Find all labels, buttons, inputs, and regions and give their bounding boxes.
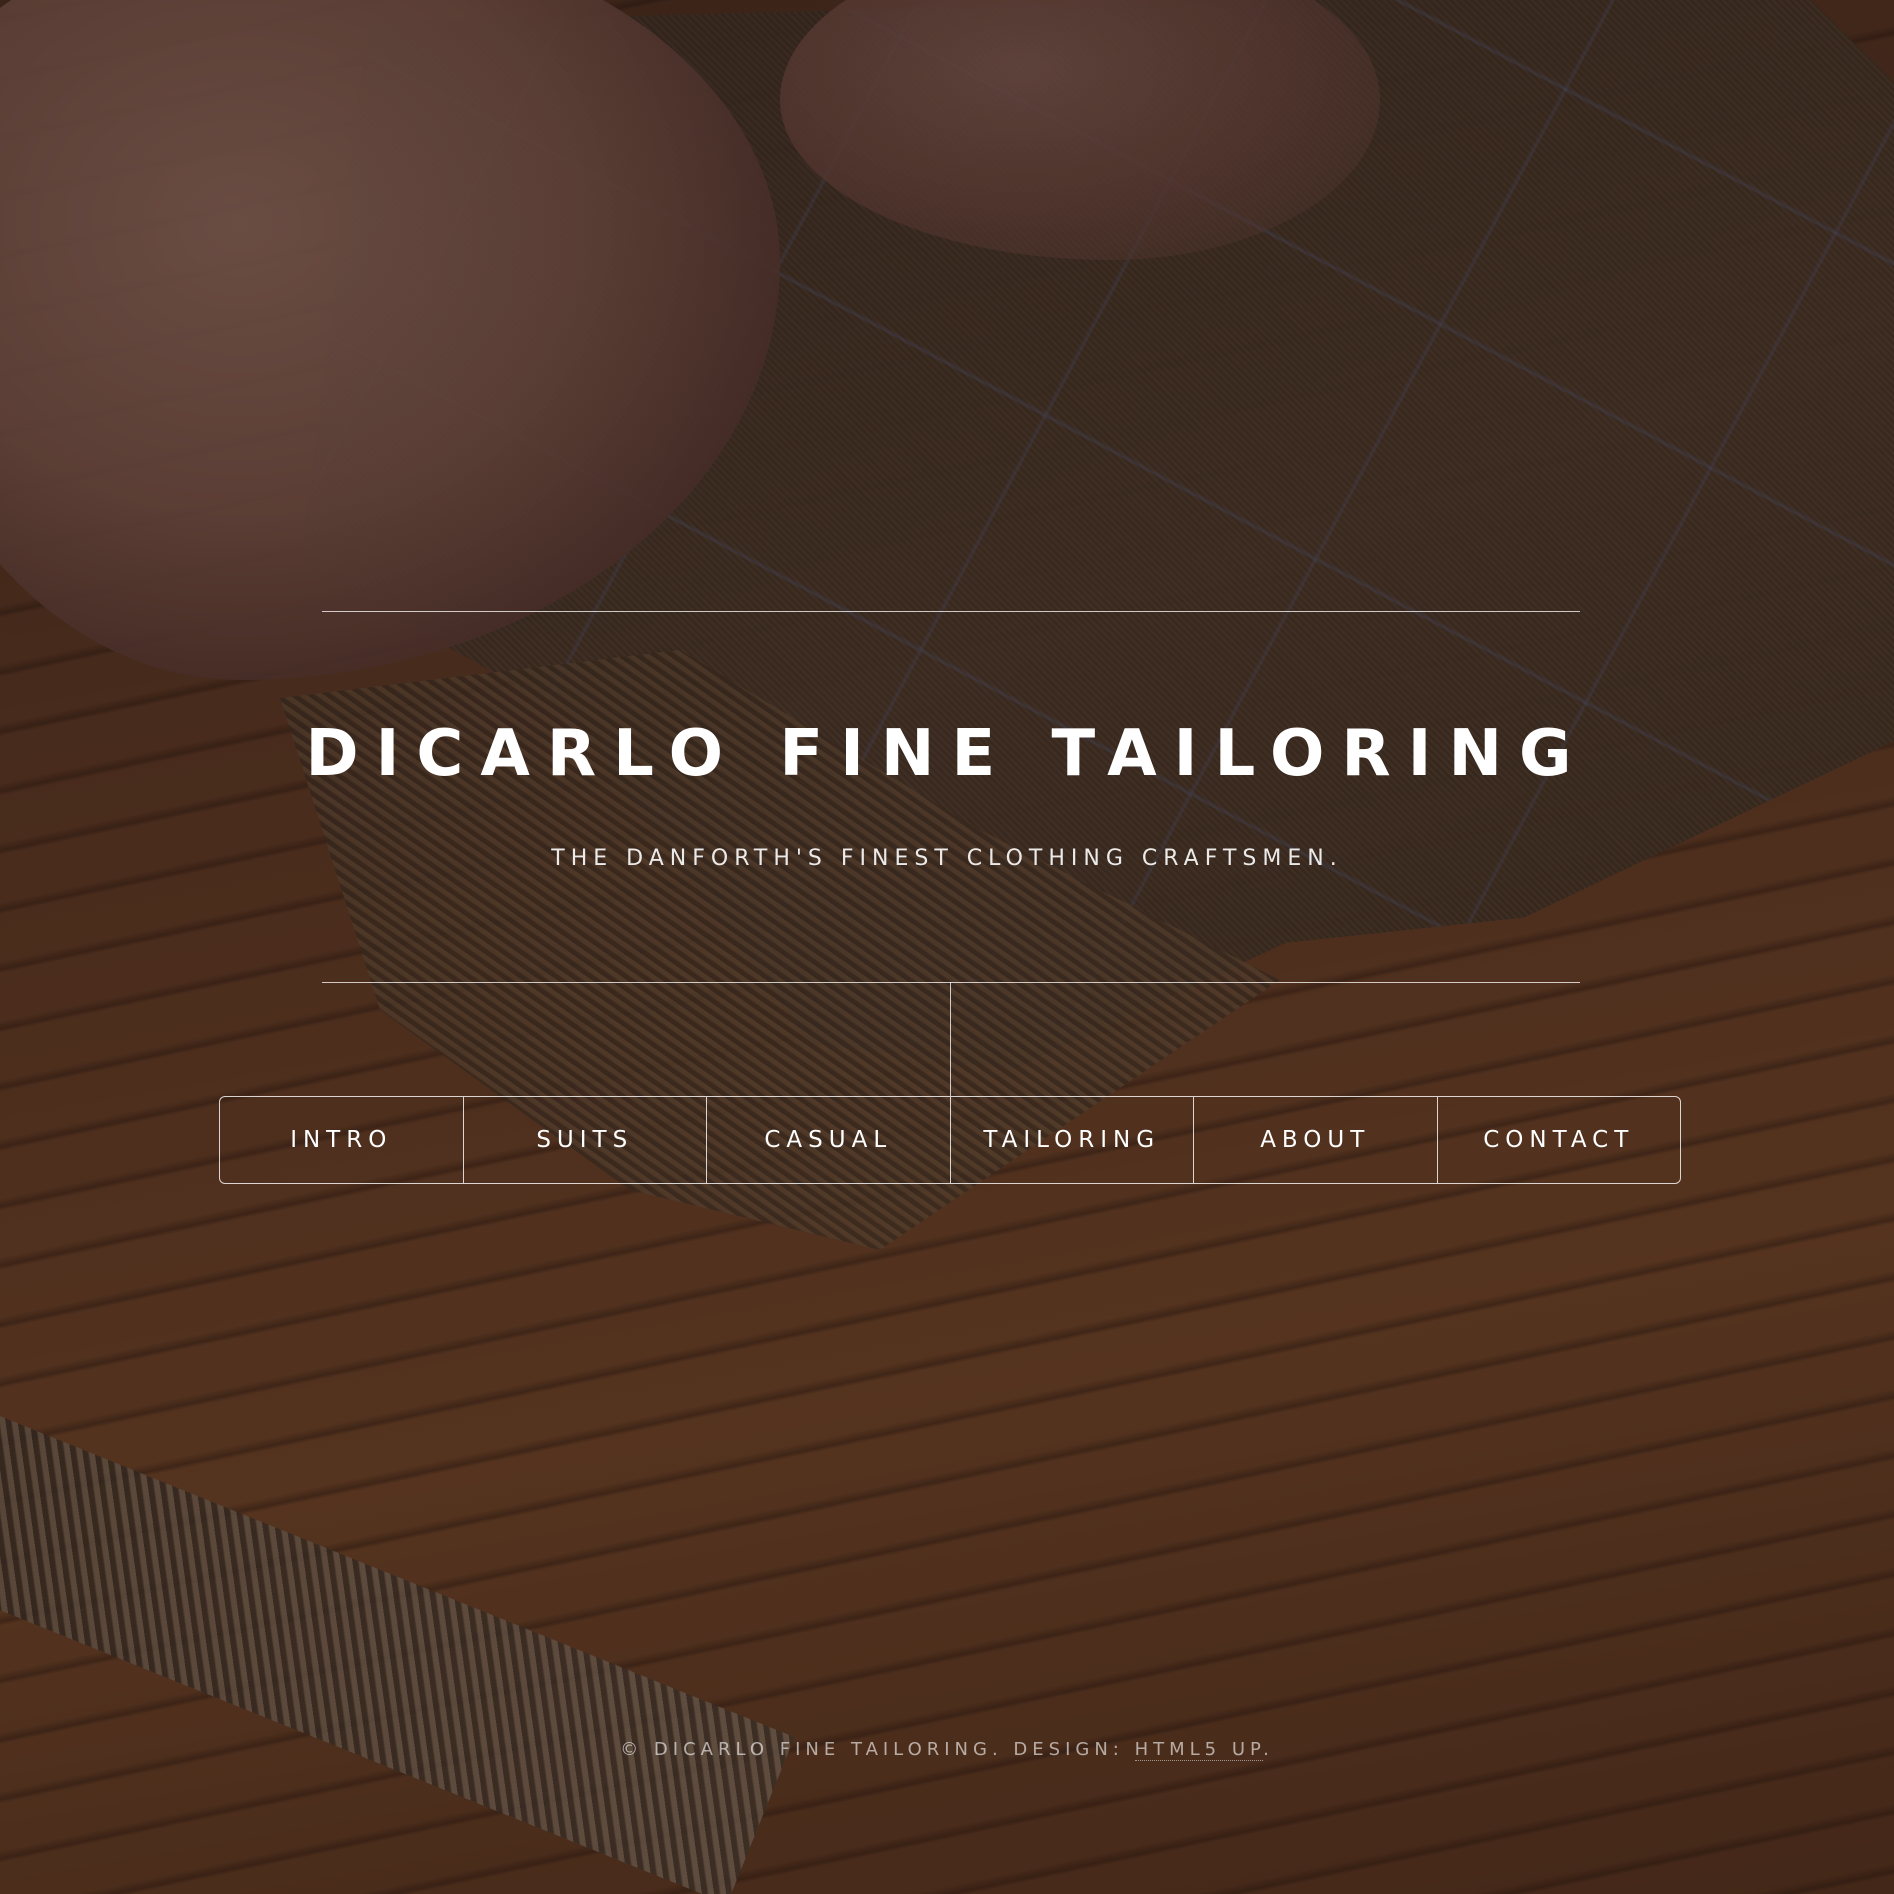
footer-suffix: . [1263,1739,1274,1760]
footer-design-link[interactable]: HTML5 UP [1134,1739,1264,1761]
nav-item-contact[interactable]: CONTACT [1436,1097,1681,1183]
site-title: DICARLO FINE TAILORING [305,717,1589,791]
page: DICARLO FINE TAILORING THE DANFORTH'S FI… [0,0,1894,1894]
nav-item-about[interactable]: ABOUT [1193,1097,1437,1183]
header-nav-connector [950,982,951,1096]
main-nav: INTRO SUITS CASUAL TAILORING ABOUT CONTA… [219,1096,1681,1184]
site-subtitle: THE DANFORTH'S FINEST CLOTHING CRAFTSMEN… [551,846,1343,871]
nav-item-tailoring[interactable]: TAILORING [949,1097,1194,1183]
header-top-divider [322,611,1580,612]
nav-item-casual[interactable]: CASUAL [706,1097,950,1183]
footer-copyright: © DICARLO FINE TAILORING. DESIGN: [620,1739,1135,1760]
site-header: DICARLO FINE TAILORING THE DANFORTH'S FI… [0,0,1894,1894]
nav-item-intro[interactable]: INTRO [220,1097,463,1183]
header-bottom-divider [322,982,1580,983]
nav-item-suits[interactable]: SUITS [462,1097,707,1183]
site-footer: © DICARLO FINE TAILORING. DESIGN: HTML5 … [0,1736,1894,1764]
